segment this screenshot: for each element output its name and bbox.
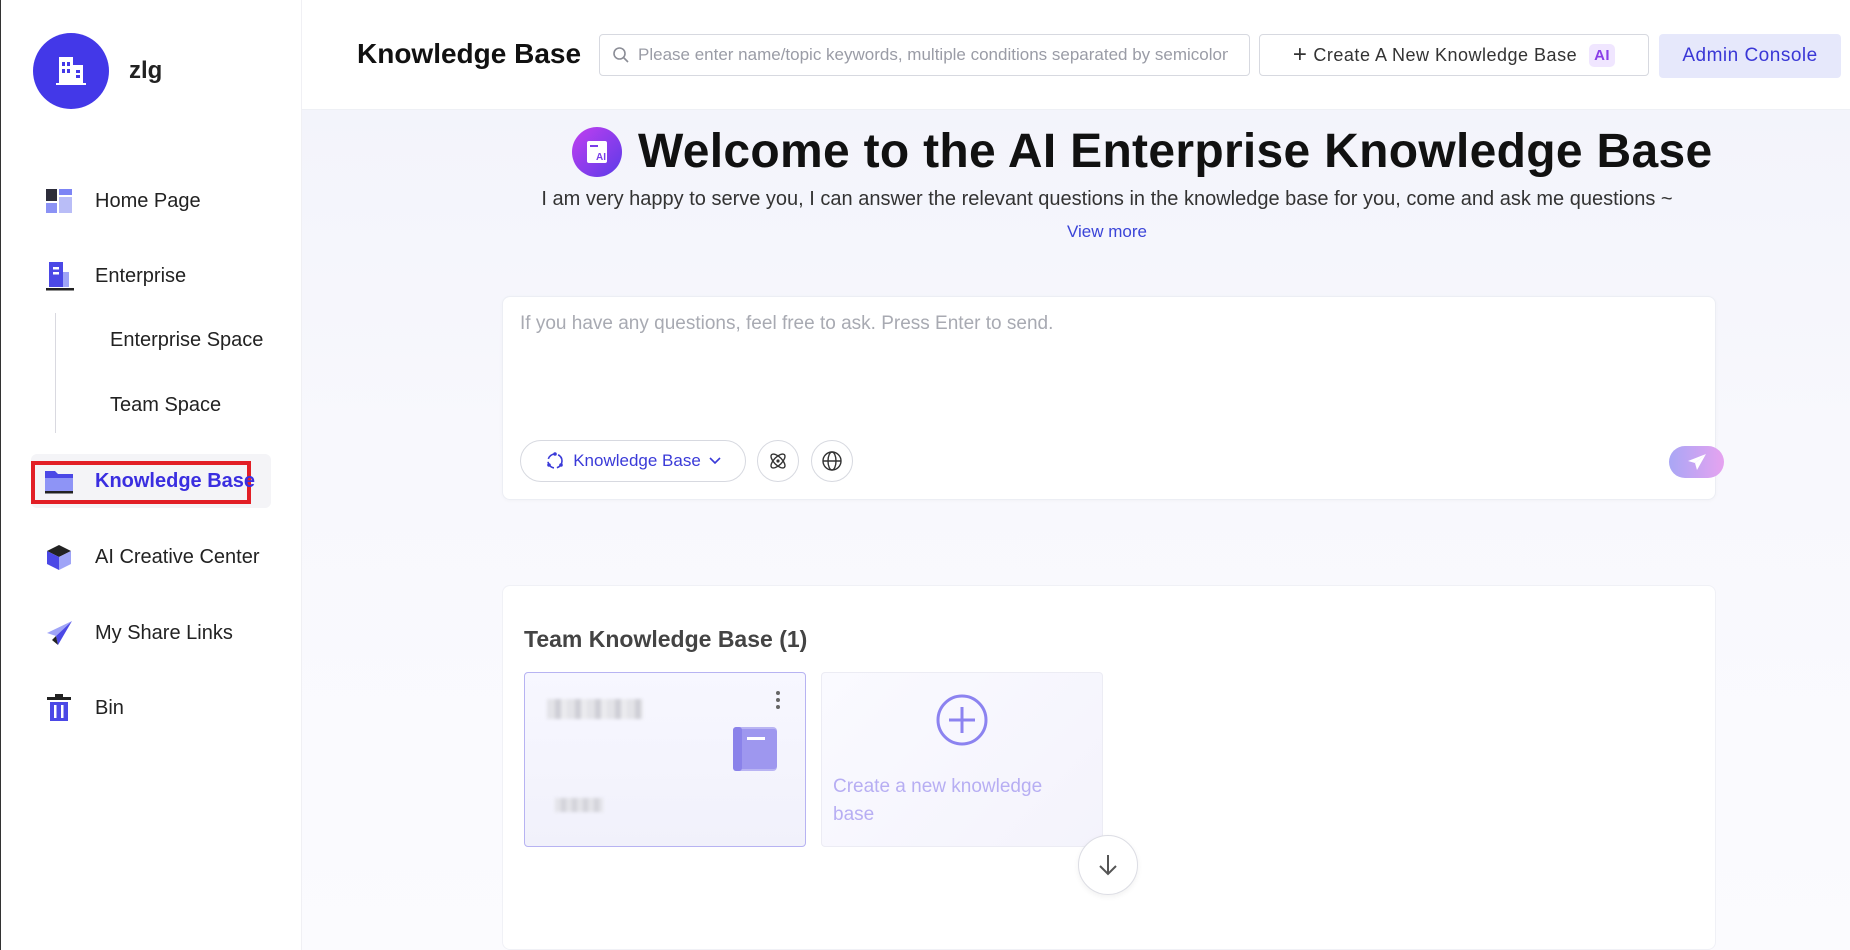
sidebar-item-label: Home Page [95,189,201,212]
ai-badge: AI [1589,43,1616,67]
web-search-button[interactable] [811,440,853,482]
view-more-link[interactable]: View more [1067,222,1147,242]
sidebar-item-label: AI Creative Center [95,545,260,568]
sidebar-item-label: My Share Links [95,621,233,644]
atom-icon [770,453,786,469]
folder-icon [41,463,77,499]
sidebar-item-label: Bin [95,696,124,719]
sidebar-item-bin[interactable]: Bin [41,688,124,728]
ai-logo-text: AI [596,152,606,163]
sidebar-item-label: Enterprise [95,264,187,287]
building-icon [56,57,86,85]
blurred-name [547,699,643,719]
loading-circle-icon [547,452,564,469]
chevron-down-icon [709,457,721,465]
more-options-icon[interactable] [775,691,781,711]
plus-icon: + [1292,41,1308,68]
admin-console-button[interactable]: Admin Console [1659,34,1841,78]
sidebar-item-team-space[interactable]: Team Space [110,394,221,417]
team-knowledge-base-section: Team Knowledge Base (1) Create a new kno… [502,585,1716,950]
sidebar-item-enterprise-space[interactable]: Enterprise Space [110,329,263,352]
book-icon [729,725,779,780]
arrow-down-icon [1099,855,1117,876]
create-new-knowledge-base-card[interactable]: Create a new knowledge base [821,672,1103,847]
chat-box: Knowledge Base [502,296,1724,500]
send-icon [1687,454,1706,470]
main-content: AI Welcome to the AI Enterprise Knowledg… [302,110,1850,950]
sidebar-item-home[interactable]: Home Page [41,181,201,221]
blurred-meta [555,798,603,812]
ai-document-icon: AI [572,126,622,177]
brand-name: zlg [129,57,163,84]
welcome-title: Welcome to the AI Enterprise Knowledge B… [638,125,1713,178]
search-box[interactable] [599,34,1250,76]
source-label: Knowledge Base [573,451,701,470]
sidebar-item-enterprise[interactable]: Enterprise [41,256,186,296]
atom-mode-button[interactable] [757,440,799,482]
welcome-heading: AI Welcome to the AI Enterprise Knowledg… [572,124,1712,179]
brand: zlg [33,33,162,109]
globe-icon [822,451,842,471]
search-icon [613,47,629,63]
sidebar: zlg Home Page Enterprise Enterprise Spac [0,0,302,950]
sidebar-item-my-share-links[interactable]: My Share Links [41,613,233,653]
cube-icon [41,539,77,575]
page-title: Knowledge Base [357,38,582,69]
avatar[interactable] [33,33,109,109]
knowledge-source-select[interactable]: Knowledge Base [520,440,746,482]
sidebar-item-ai-creative-center[interactable]: AI Creative Center [41,537,260,577]
add-circle-icon [935,693,989,752]
sidebar-item-label: Knowledge Base [95,469,256,492]
create-new-label: Create a new knowledge base [833,776,1043,825]
send-button[interactable] [1669,446,1724,478]
question-input[interactable] [520,313,1680,393]
sub-nav-line [55,313,56,433]
enterprise-building-icon [41,258,77,294]
trash-icon [41,690,77,726]
scroll-down-button[interactable] [1078,835,1138,895]
section-title: Team Knowledge Base (1) [524,626,808,652]
create-button-label: Create A New Knowledge Base [1313,44,1578,65]
paper-plane-icon [41,615,77,651]
sidebar-item-knowledge-base[interactable]: Knowledge Base [41,461,255,501]
search-input[interactable] [638,45,1228,65]
knowledge-base-card[interactable] [524,672,806,847]
create-knowledge-base-button[interactable]: + Create A New Knowledge Base AI [1259,34,1649,76]
top-header: Knowledge Base + Create A New Knowledge … [302,0,1850,110]
welcome-subtitle: I am very happy to serve you, I can answ… [541,188,1673,210]
dashboard-icon [41,183,77,219]
